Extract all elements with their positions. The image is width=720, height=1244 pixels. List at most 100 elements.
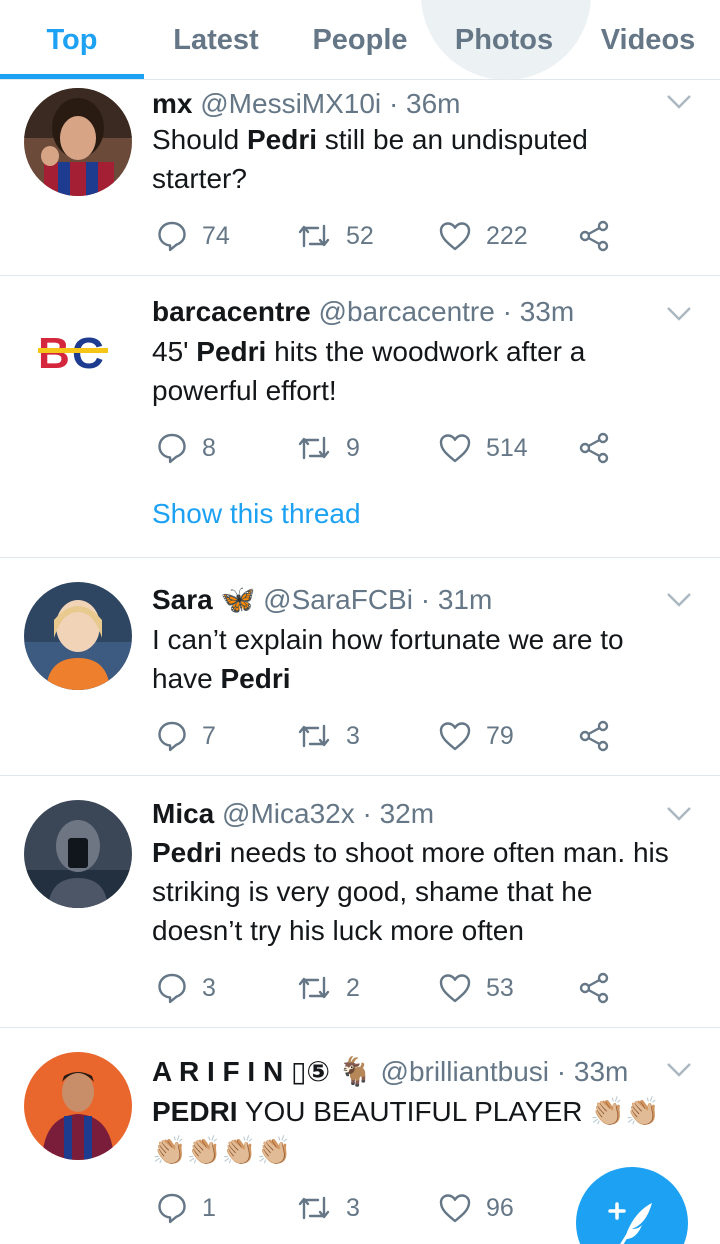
tweet-actions: 7 3 79 xyxy=(152,716,632,756)
retweet-button[interactable]: 3 xyxy=(296,1188,360,1228)
reply-icon xyxy=(158,1193,186,1224)
reply-button[interactable]: 1 xyxy=(156,1188,216,1228)
retweet-count: 3 xyxy=(346,721,360,750)
retweet-button[interactable]: 3 xyxy=(296,716,360,756)
chevron-down-icon[interactable] xyxy=(666,1060,692,1080)
tweet-header: barcacentre @barcacentre · 33m xyxy=(152,294,660,330)
share-button[interactable] xyxy=(578,428,610,468)
tweet-header: A R I F I N ▯⑤ 🐐 @brilliantbusi · 33m xyxy=(152,1054,660,1090)
retweet-count: 2 xyxy=(346,973,360,1002)
tweet-time: · 31m xyxy=(420,584,493,615)
author-name[interactable]: A R I F I N ▯⑤ xyxy=(152,1056,330,1087)
svg-text:C: C xyxy=(72,329,104,378)
author-name-emoji: 🦋 xyxy=(220,584,256,615)
tweet-text: PEDRI YOU BEAUTIFUL PLAYER 👏🏼👏🏼👏🏼👏🏼👏🏼👏🏼 xyxy=(152,1096,660,1166)
tweet[interactable]: mx @MessiMX10i · 36m Should Pedri still … xyxy=(0,80,720,276)
author-handle[interactable]: @MessiMX10i xyxy=(200,88,381,119)
tab-top[interactable]: Top xyxy=(0,0,144,80)
tweet-time: · 32m xyxy=(362,798,435,829)
like-button[interactable]: 53 xyxy=(438,968,514,1008)
share-icon xyxy=(579,220,609,252)
like-count: 514 xyxy=(486,433,528,462)
retweet-count: 9 xyxy=(346,433,360,462)
chevron-down-icon[interactable] xyxy=(666,304,692,324)
chevron-down-icon[interactable] xyxy=(666,590,692,610)
like-count: 53 xyxy=(486,973,514,1002)
retweet-count: 52 xyxy=(346,221,374,250)
author-handle[interactable]: @Mica32x xyxy=(222,798,355,829)
tweet-actions: 8 9 514 xyxy=(152,428,632,468)
author-handle[interactable]: @SaraFCBi xyxy=(263,584,413,615)
tab-videos[interactable]: Videos xyxy=(576,0,720,80)
reply-button[interactable]: 8 xyxy=(156,428,216,468)
tweet-actions: 3 2 53 xyxy=(152,968,632,1008)
author-name-emoji: 🐐 xyxy=(337,1056,373,1087)
author-name[interactable]: barcacentre xyxy=(152,296,311,327)
retweet-icon xyxy=(298,724,330,748)
chevron-down-icon[interactable] xyxy=(666,804,692,824)
reply-count: 3 xyxy=(202,973,216,1002)
retweet-icon xyxy=(298,224,330,248)
avatar[interactable] xyxy=(24,582,132,690)
author-handle[interactable]: @brilliantbusi xyxy=(381,1056,550,1087)
retweet-icon xyxy=(298,1196,330,1220)
search-tabs: Top Latest People Photos Videos xyxy=(0,0,720,80)
share-icon xyxy=(579,432,609,464)
chevron-down-icon[interactable] xyxy=(666,92,692,112)
compose-tweet-button[interactable] xyxy=(576,1167,688,1244)
reply-icon xyxy=(158,721,186,752)
like-count: 79 xyxy=(486,721,514,750)
tweet-header: mx @MessiMX10i · 36m xyxy=(152,86,660,122)
retweet-icon xyxy=(298,436,330,460)
avatar[interactable]: B C xyxy=(24,296,132,404)
share-button[interactable] xyxy=(578,716,610,756)
share-button[interactable] xyxy=(578,968,610,1008)
tweet-text: Should Pedri still be an undisputed star… xyxy=(152,124,588,194)
heart-icon xyxy=(439,722,471,751)
tweet[interactable]: Mica @Mica32x · 32m Pedri needs to shoot… xyxy=(0,776,720,1028)
tweet[interactable]: B C barcacentre @barcacentre · 33m 45' P… xyxy=(0,276,720,558)
tab-people[interactable]: People xyxy=(288,0,432,80)
svg-text:B: B xyxy=(38,329,70,378)
avatar[interactable] xyxy=(24,800,132,908)
like-button[interactable]: 79 xyxy=(438,716,514,756)
like-button[interactable]: 514 xyxy=(438,428,528,468)
author-name[interactable]: mx xyxy=(152,88,192,119)
reply-button[interactable]: 74 xyxy=(156,216,230,256)
active-tab-indicator xyxy=(0,74,144,79)
author-name[interactable]: Mica xyxy=(152,798,214,829)
retweet-button[interactable]: 52 xyxy=(296,216,374,256)
reply-count: 1 xyxy=(202,1193,216,1222)
tweet-actions: 1 3 96 xyxy=(152,1188,552,1228)
retweet-icon xyxy=(298,976,330,1000)
tweet-time: · 33m xyxy=(556,1056,629,1087)
reply-icon xyxy=(158,973,186,1004)
like-button[interactable]: 222 xyxy=(438,216,528,256)
reply-button[interactable]: 7 xyxy=(156,716,216,756)
tweet-text: I can’t explain how fortunate we are to … xyxy=(152,624,624,694)
reply-icon xyxy=(158,221,186,252)
reply-count: 7 xyxy=(202,721,216,750)
tab-photos[interactable]: Photos xyxy=(432,0,576,80)
avatar[interactable] xyxy=(24,1052,132,1160)
tweet-text: Pedri needs to shoot more often man. his… xyxy=(152,837,669,946)
retweet-button[interactable]: 2 xyxy=(296,968,360,1008)
tab-latest[interactable]: Latest xyxy=(144,0,288,80)
like-count: 96 xyxy=(486,1193,514,1222)
author-name[interactable]: Sara xyxy=(152,584,213,615)
reply-button[interactable]: 3 xyxy=(156,968,216,1008)
author-handle[interactable]: @barcacentre xyxy=(319,296,495,327)
tweet[interactable]: Sara 🦋 @SaraFCBi · 31m I can’t explain h… xyxy=(0,558,720,776)
heart-icon xyxy=(439,974,471,1003)
like-count: 222 xyxy=(486,221,528,250)
share-button[interactable] xyxy=(578,216,610,256)
tweet-header: Mica @Mica32x · 32m xyxy=(152,796,660,832)
show-thread-link[interactable]: Show this thread xyxy=(152,498,361,530)
like-button[interactable]: 96 xyxy=(438,1188,514,1228)
reply-icon xyxy=(158,433,186,464)
tweet-text: 45' Pedri hits the woodwork after a powe… xyxy=(152,336,586,406)
heart-icon xyxy=(439,222,471,251)
tweet-header: Sara 🦋 @SaraFCBi · 31m xyxy=(152,582,660,618)
avatar[interactable] xyxy=(24,88,132,196)
retweet-button[interactable]: 9 xyxy=(296,428,360,468)
